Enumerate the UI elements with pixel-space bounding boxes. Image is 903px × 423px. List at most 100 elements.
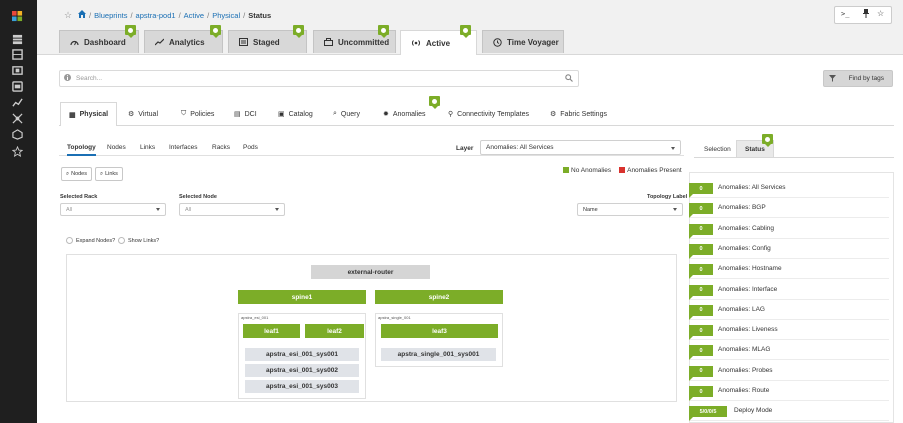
left-nav-rail [0, 0, 37, 423]
breadcrumb-blueprints[interactable]: Blueprints [94, 11, 127, 20]
tab-selection[interactable]: Selection [696, 140, 739, 158]
selected-rack-select[interactable]: All [60, 203, 166, 216]
expand-nodes-toggle[interactable]: Expand Nodes? [66, 237, 115, 244]
status-count-badge: 0 [689, 284, 713, 300]
show-links-label: Show Links? [128, 237, 160, 244]
leaf3-node[interactable]: leaf3 [381, 324, 498, 338]
legend-no-anomalies: No Anomalies [563, 167, 611, 174]
status-row-label: Anomalies: LAG [718, 305, 765, 313]
chevron-down-icon [671, 147, 675, 150]
subtab-label: Fabric Settings [560, 110, 607, 118]
tab-label: Dashboard [84, 37, 126, 47]
external-router-node[interactable]: external-router [311, 265, 430, 279]
subtab-policies[interactable]: ⛉ Policies [173, 103, 222, 125]
platform-icon[interactable] [11, 128, 23, 140]
subtab-catalog[interactable]: ▣ Catalog [270, 103, 321, 125]
status-row[interactable]: 0 Anomalies: MLAG [689, 340, 889, 361]
subtab-label: Policies [190, 110, 215, 118]
subtab-query[interactable]: ⌕ Query [325, 103, 368, 125]
checkbox[interactable] [118, 237, 125, 244]
status-row[interactable]: 0 Anomalies: Liveness [689, 320, 889, 341]
links-button-label: Links [105, 171, 118, 177]
selected-rack-label: Selected Rack [60, 194, 98, 200]
red-square-icon [619, 167, 626, 173]
subtab-virtual[interactable]: ⚙ Virtual [120, 103, 166, 125]
topology-label-select[interactable]: Name [577, 203, 683, 216]
status-row[interactable]: 0 Anomalies: Cabling [689, 219, 889, 239]
breadcrumb-active[interactable]: Active [184, 11, 204, 20]
system-node[interactable]: apstra_esi_001_sys002 [245, 364, 359, 377]
selected-node-select[interactable]: All [179, 203, 285, 216]
selected-rack-value: All [66, 206, 73, 213]
status-row[interactable]: 0 Anomalies: Config [689, 239, 889, 259]
show-links-toggle[interactable]: Show Links? [118, 237, 159, 244]
status-row[interactable]: 0 Anomalies: Probes [689, 361, 889, 381]
status-count-badge: 0 [689, 365, 713, 381]
status-count-badge: 0 [689, 386, 713, 401]
favorites-icon[interactable] [11, 145, 23, 157]
tab-badge-icon [460, 25, 471, 38]
status-row[interactable]: 0 Anomalies: All Services [689, 178, 889, 198]
status-row[interactable]: 0 Anomalies: BGP [689, 198, 889, 219]
subtab-anomalies[interactable]: ✹ Anomalies [375, 103, 434, 125]
dashboard-icon [70, 40, 79, 46]
search-icon[interactable] [565, 74, 573, 84]
leaf1-node[interactable]: leaf1 [243, 324, 300, 338]
status-row[interactable]: 0 Anomalies: Interface [689, 280, 889, 300]
templates-icon: ⚲ [448, 111, 454, 118]
home-icon[interactable] [77, 9, 87, 21]
spine2-node[interactable]: spine2 [375, 290, 503, 304]
status-row-label: Anomalies: Config [718, 244, 771, 252]
status-row[interactable]: 5/0/0/5 Deploy Mode [689, 401, 889, 422]
tab-topology[interactable]: Topology [67, 144, 96, 156]
status-count-badge: 0 [689, 345, 713, 361]
search-icon: ⌕ [66, 170, 70, 177]
links-search-button[interactable]: ⌕ Links [95, 167, 123, 181]
subtab-fabric-settings[interactable]: ⚙ Fabric Settings [542, 103, 615, 125]
star-icon[interactable]: ☆ [64, 10, 72, 21]
layer-select[interactable]: Anomalies: All Services [480, 140, 681, 155]
breadcrumb-sep: / [130, 11, 133, 20]
system-node[interactable]: apstra_esi_001_sys003 [245, 380, 359, 393]
tab-nodes[interactable]: Nodes [107, 144, 126, 151]
layer-value: Anomalies: All Services [486, 144, 554, 151]
subtab-physical[interactable]: ▦ Physical [60, 102, 118, 126]
leaf2-node[interactable]: leaf2 [305, 324, 364, 338]
status-row[interactable]: 0 Anomalies: Route [689, 381, 889, 401]
terminal-icon[interactable]: >_ [841, 10, 849, 18]
search-input[interactable] [59, 70, 579, 87]
breadcrumb-physical[interactable]: Physical [212, 11, 240, 20]
status-row[interactable]: 0 Anomalies: Hostname [689, 259, 889, 280]
physical-icon: ▦ [69, 111, 76, 119]
pin-icon[interactable] [862, 9, 870, 20]
tab-interfaces[interactable]: Interfaces [169, 144, 198, 151]
devices-icon[interactable] [11, 48, 23, 60]
checkbox[interactable] [66, 237, 73, 244]
status-row[interactable]: 0 Anomalies: LAG [689, 300, 889, 320]
status-row-label: Anomalies: Route [718, 387, 770, 394]
blueprints-icon[interactable] [11, 33, 23, 45]
subtab-connectivity-templates[interactable]: ⚲ Connectivity Templates [440, 103, 537, 125]
design-icon[interactable] [11, 64, 23, 76]
tab-links[interactable]: Links [140, 144, 155, 151]
tab-time-voyager[interactable]: Time Voyager [482, 30, 564, 53]
system-node[interactable]: apstra_esi_001_sys001 [245, 348, 359, 361]
system-node[interactable]: apstra_single_001_sys001 [381, 348, 496, 361]
breadcrumb-blueprint[interactable]: apstra-pod1 [136, 11, 176, 20]
tab-racks[interactable]: Racks [212, 144, 230, 151]
status-count-badge: 0 [689, 264, 713, 280]
external-systems-icon[interactable] [11, 112, 23, 124]
analytics-icon[interactable] [11, 96, 23, 108]
nodes-search-button[interactable]: ⌕ Nodes [61, 167, 92, 181]
status-row-label: Anomalies: Hostname [718, 265, 782, 273]
tab-pods[interactable]: Pods [243, 144, 258, 151]
status-count-badge: 0 [689, 325, 713, 341]
catalog-icon: ▣ [278, 111, 285, 118]
query-icon: ⌕ [333, 110, 337, 117]
star-outline-icon[interactable]: ☆ [877, 9, 884, 18]
topology-label-value: Name [583, 206, 598, 213]
topology-tabs-divider [59, 155, 684, 156]
resources-icon[interactable] [11, 80, 23, 92]
subtab-dci[interactable]: ▤ DCI [226, 103, 265, 125]
spine1-node[interactable]: spine1 [238, 290, 366, 304]
